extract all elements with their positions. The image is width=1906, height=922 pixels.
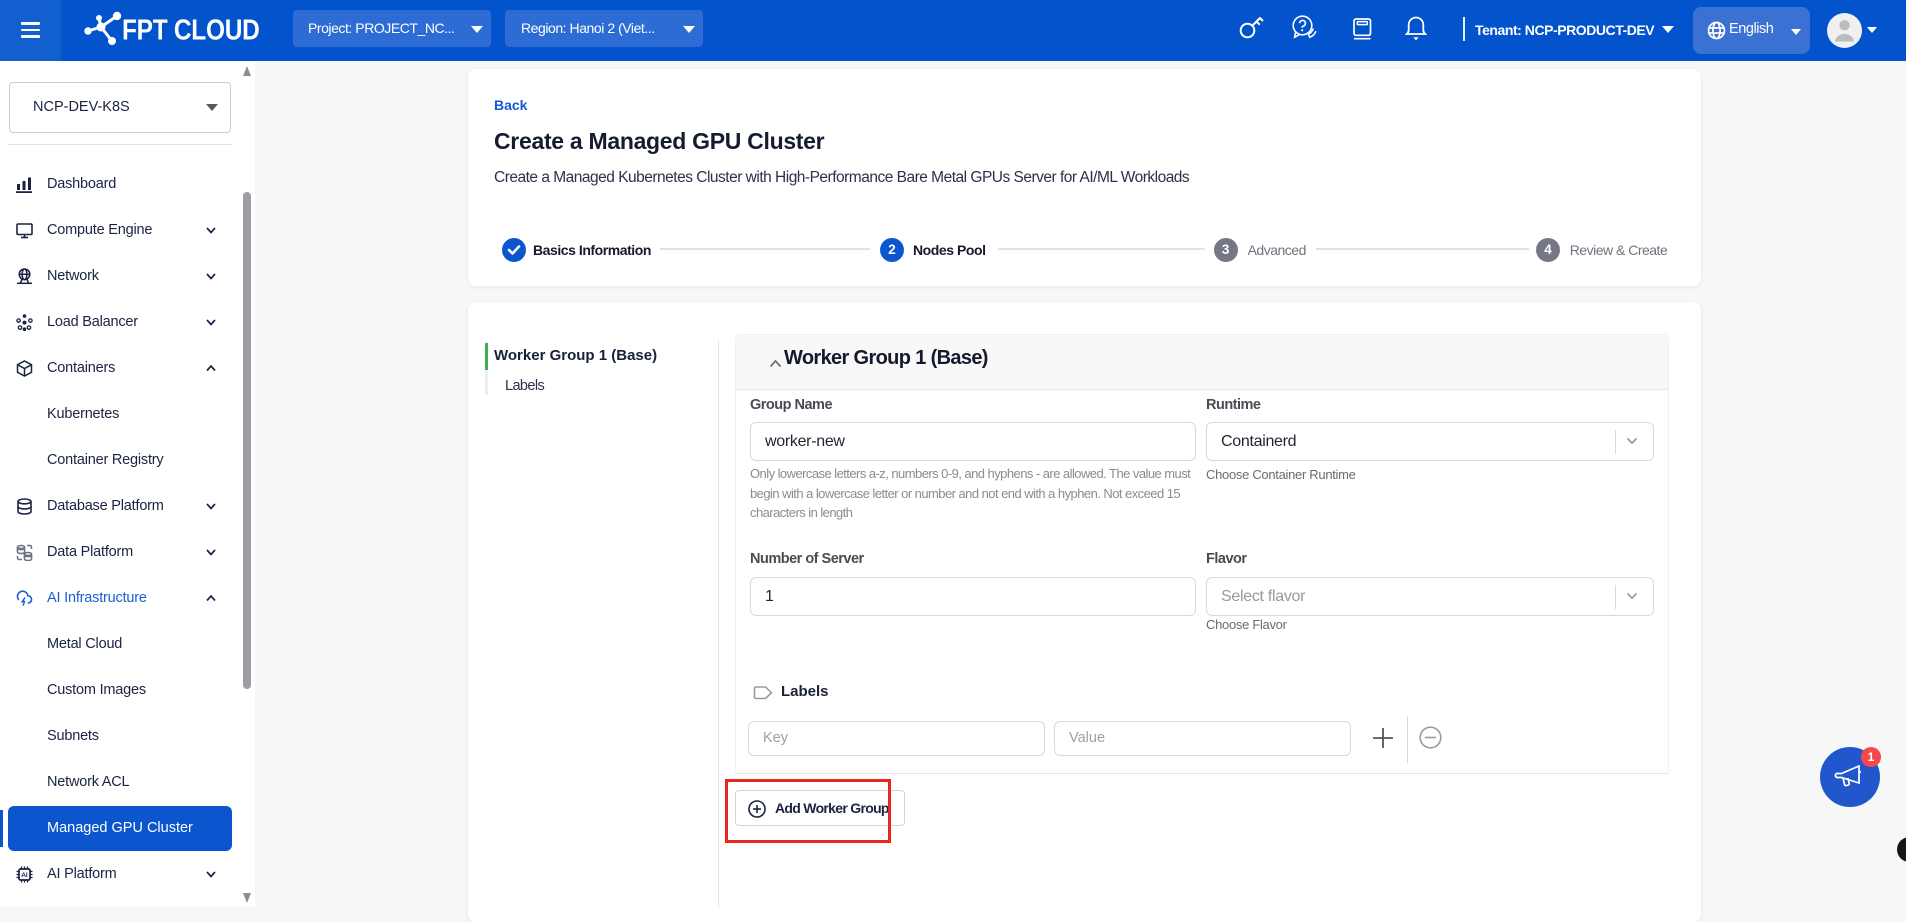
svg-text:AI: AI — [21, 872, 28, 879]
